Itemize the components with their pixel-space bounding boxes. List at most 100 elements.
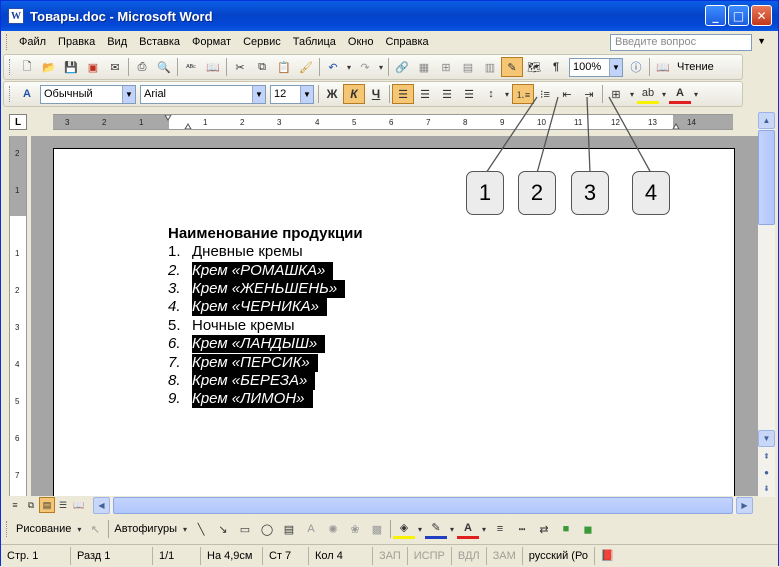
- permission-icon[interactable]: ▣: [82, 57, 104, 77]
- toolbar-grip[interactable]: [9, 59, 12, 75]
- horizontal-scroll-thumb[interactable]: [113, 497, 733, 514]
- menu-format[interactable]: Формат: [186, 36, 237, 48]
- spelling-icon[interactable]: ᴬᴮᶜ: [180, 57, 202, 77]
- list-item[interactable]: 5. Ночные кремы: [168, 317, 345, 335]
- list-item[interactable]: 2. Крем «РОМАШКА»: [168, 261, 345, 280]
- insert-excel-icon[interactable]: ▤: [457, 57, 479, 77]
- list-item[interactable]: 3. Крем «ЖЕНЬШЕНЬ»: [168, 279, 346, 298]
- help-question-input[interactable]: Введите вопрос: [610, 34, 752, 51]
- read-icon[interactable]: 📖: [652, 57, 674, 77]
- horizontal-scrollbar[interactable]: ◀ ▶: [93, 497, 753, 514]
- list-item[interactable]: 1. Дневные кремы: [168, 243, 345, 261]
- redo-icon[interactable]: ↷: [354, 57, 376, 77]
- oval-icon[interactable]: ◯: [256, 519, 278, 539]
- new-document-icon[interactable]: 🗋: [16, 57, 38, 77]
- list-item[interactable]: 6. Крем «ЛАНДЫШ»: [168, 335, 345, 354]
- fill-color-icon[interactable]: ◈: [393, 519, 415, 539]
- next-page-icon[interactable]: ⇟: [758, 480, 775, 497]
- line-spacing-icon[interactable]: ↕: [480, 84, 502, 104]
- vertical-scrollbar[interactable]: ▲ ▼ ⇞ ● ⇟: [758, 112, 775, 497]
- read-button[interactable]: Чтение: [674, 61, 717, 73]
- minimize-button[interactable]: _: [705, 5, 726, 26]
- print-layout-view-icon[interactable]: ▤: [39, 497, 55, 513]
- zoom-dropdown-icon[interactable]: ▼: [609, 58, 622, 76]
- toolbar-grip[interactable]: [6, 521, 9, 537]
- menu-edit[interactable]: Правка: [52, 36, 101, 48]
- draw-font-color-dropdown-icon[interactable]: ▾: [479, 519, 489, 539]
- title-bar[interactable]: W Товары.doc - Microsoft Word _ □ ✕: [1, 1, 778, 31]
- numbering-icon[interactable]: ⒈≡: [512, 84, 534, 104]
- reading-view-icon[interactable]: 📖: [71, 497, 87, 513]
- 3d-icon[interactable]: ◼: [577, 519, 599, 539]
- diagram-icon[interactable]: ✺: [322, 519, 344, 539]
- drawing-menu-button[interactable]: Рисование: [13, 523, 74, 535]
- research-icon[interactable]: 📖: [202, 57, 224, 77]
- menu-file[interactable]: Файл: [13, 36, 52, 48]
- normal-view-icon[interactable]: ≡: [7, 497, 23, 513]
- borders-icon[interactable]: ⊞: [605, 84, 627, 104]
- select-browse-object-icon[interactable]: ●: [758, 464, 775, 481]
- cut-icon[interactable]: ✂: [229, 57, 251, 77]
- columns-icon[interactable]: ▥: [479, 57, 501, 77]
- arrow-style-icon[interactable]: ⇄: [533, 519, 555, 539]
- bullets-icon[interactable]: ⁝≡: [534, 84, 556, 104]
- bold-button[interactable]: Ж: [321, 84, 343, 104]
- list-item[interactable]: 9. Крем «ЛИМОН»: [168, 390, 345, 409]
- font-size-select[interactable]: 12 ▼: [270, 84, 314, 104]
- drawing-icon[interactable]: ✎: [501, 57, 523, 77]
- save-icon[interactable]: 💾: [60, 57, 82, 77]
- scroll-up-icon[interactable]: ▲: [758, 112, 775, 129]
- highlight-icon[interactable]: ab: [637, 84, 659, 104]
- open-icon[interactable]: 📂: [38, 57, 60, 77]
- draw-font-color-icon[interactable]: A: [457, 519, 479, 539]
- highlight-dropdown-icon[interactable]: ▾: [659, 84, 669, 104]
- list-item[interactable]: 4. Крем «ЧЕРНИКА»: [168, 298, 345, 317]
- outline-view-icon[interactable]: ☰: [55, 497, 71, 513]
- document-map-icon[interactable]: 🗺: [523, 57, 545, 77]
- close-button[interactable]: ✕: [751, 5, 772, 26]
- paste-icon[interactable]: 📋: [273, 57, 295, 77]
- select-objects-icon[interactable]: ↖: [84, 519, 106, 539]
- menu-tools[interactable]: Сервис: [237, 36, 287, 48]
- dash-style-icon[interactable]: ┅: [511, 519, 533, 539]
- style-select[interactable]: Обычный ▼: [40, 84, 136, 104]
- document-heading[interactable]: Наименование продукции: [168, 225, 363, 242]
- rectangle-icon[interactable]: ▭: [234, 519, 256, 539]
- drawing-dropdown-icon[interactable]: ▾: [74, 519, 84, 539]
- web-view-icon[interactable]: ⧉: [23, 497, 39, 513]
- print-preview-icon[interactable]: 🔍: [153, 57, 175, 77]
- horizontal-ruler[interactable]: 3 2 1 1 2 3 4 5 6 7 8 9 10 11 12 13 14: [53, 114, 733, 130]
- word-app-icon[interactable]: W: [8, 8, 24, 24]
- zoom-select[interactable]: 100% ▼: [569, 57, 623, 77]
- scroll-right-icon[interactable]: ▶: [736, 497, 753, 514]
- font-dropdown-icon[interactable]: ▼: [252, 85, 265, 103]
- list-item[interactable]: 8. Крем «БЕРЕЗА»: [168, 371, 345, 390]
- help-icon[interactable]: ⓘ: [625, 57, 647, 77]
- undo-icon[interactable]: ↶: [322, 57, 344, 77]
- line-color-icon[interactable]: ✎: [425, 519, 447, 539]
- status-trk[interactable]: ИСПР: [408, 546, 452, 565]
- decrease-indent-icon[interactable]: ⇤: [556, 84, 578, 104]
- line-icon[interactable]: ╲: [190, 519, 212, 539]
- scroll-down-icon[interactable]: ▼: [758, 430, 775, 447]
- spelling-status-icon[interactable]: 📕: [595, 547, 621, 565]
- tables-borders-icon[interactable]: ▦: [413, 57, 435, 77]
- menu-table[interactable]: Таблица: [287, 36, 342, 48]
- vertical-ruler[interactable]: 2 1 1 2 3 4 5 6 7: [9, 136, 27, 496]
- insert-table-icon[interactable]: ⊞: [435, 57, 457, 77]
- style-dropdown-icon[interactable]: ▼: [122, 85, 135, 103]
- borders-dropdown-icon[interactable]: ▾: [627, 84, 637, 104]
- align-right-icon[interactable]: ☰: [436, 84, 458, 104]
- email-icon[interactable]: ✉: [104, 57, 126, 77]
- menu-insert[interactable]: Вставка: [133, 36, 186, 48]
- status-ovr[interactable]: ЗАМ: [487, 546, 523, 565]
- textbox-icon[interactable]: ▤: [278, 519, 300, 539]
- tab-selector[interactable]: L: [9, 114, 27, 130]
- menu-view[interactable]: Вид: [101, 36, 133, 48]
- font-color-icon[interactable]: A: [669, 84, 691, 104]
- vertical-scroll-thumb[interactable]: [758, 130, 775, 225]
- help-dropdown-icon[interactable]: ▼: [757, 36, 766, 46]
- maximize-button[interactable]: □: [728, 5, 749, 26]
- scroll-left-icon[interactable]: ◀: [93, 497, 110, 514]
- list-item[interactable]: 7. Крем «ПЕРСИК»: [168, 353, 345, 372]
